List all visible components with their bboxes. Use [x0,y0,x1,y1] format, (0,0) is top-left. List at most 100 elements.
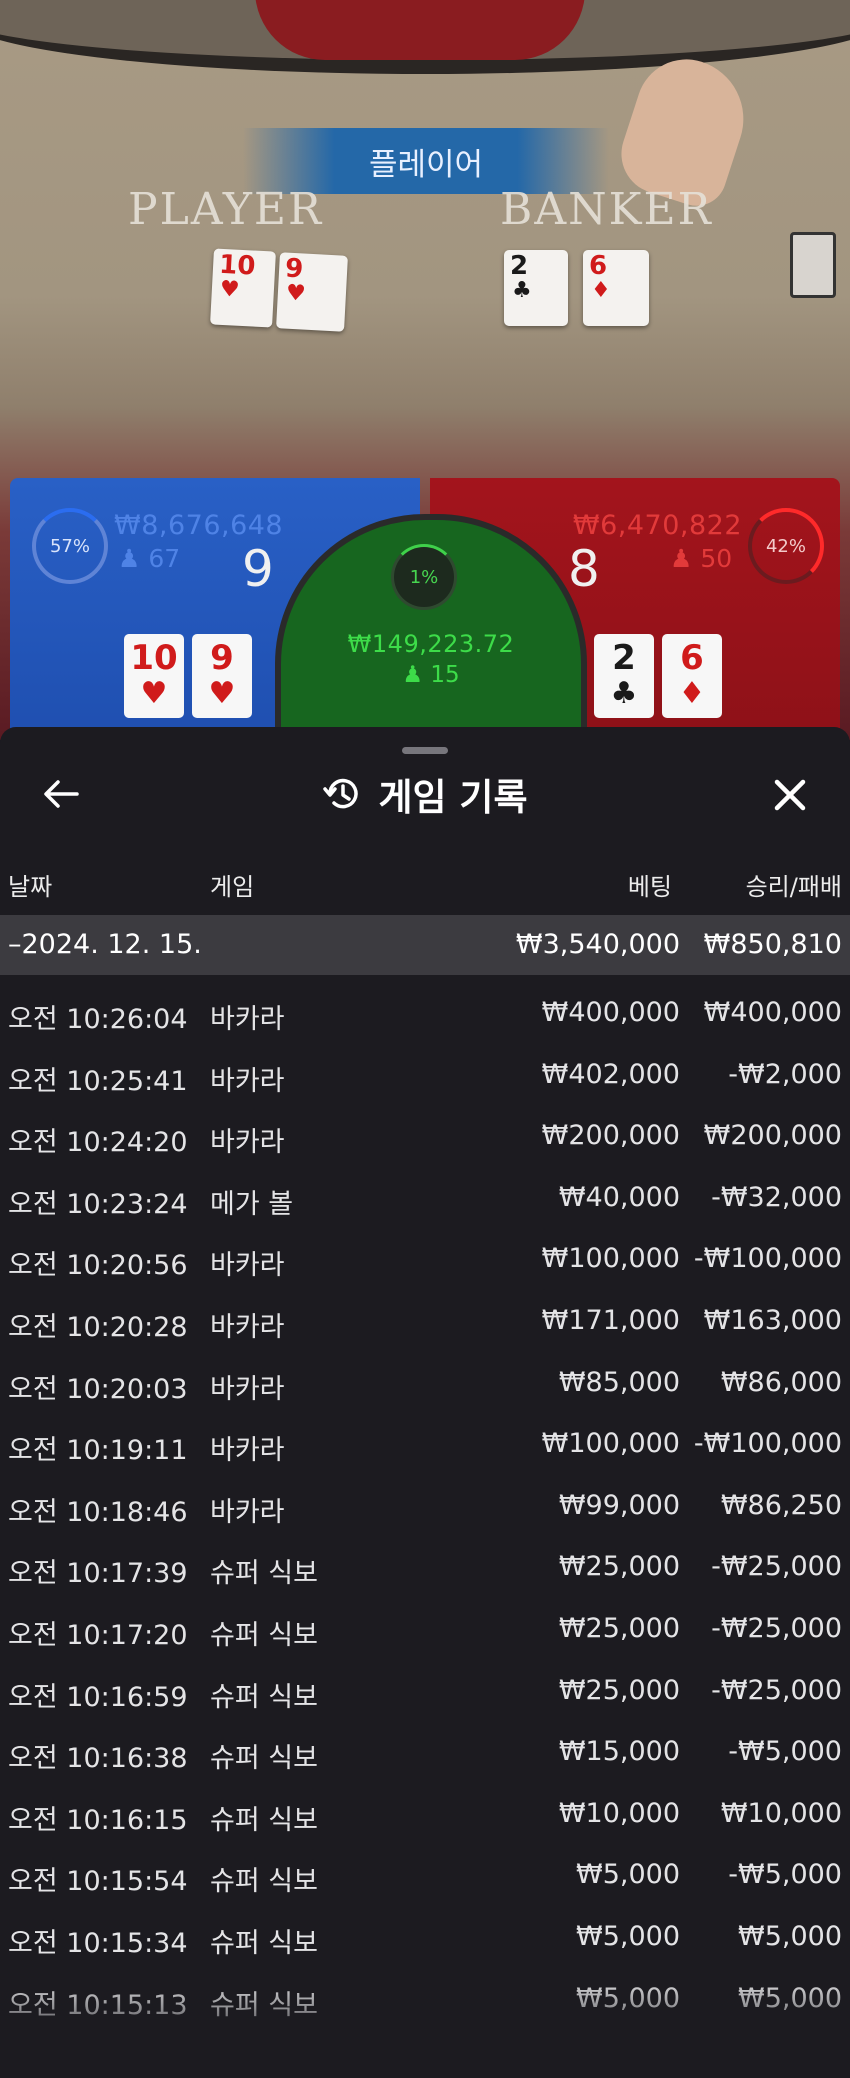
close-button[interactable] [764,769,816,821]
row-bet: ₩40,000 [558,1181,680,1213]
row-result: ₩400,000 [703,997,842,1028]
row-result: ₩86,250 [720,1489,842,1521]
row-time: 오전 10:24:20 [8,1127,188,1159]
player-card-2: 9 ♥ [192,634,252,718]
row-bet: ₩100,000 [541,1428,680,1460]
sheet-grabber[interactable] [402,747,448,754]
column-header-game: 게임 [210,873,255,901]
column-header-date: 날짜 [8,873,53,901]
row-game: 슈퍼 식보 [210,1681,318,1713]
row-result: ₩10,000 [720,1797,842,1829]
banker-bettor-count: ♟ 50 [670,544,733,573]
row-time: 오전 10:20:28 [8,1312,188,1343]
row-time: 오전 10:15:34 [8,1928,188,1959]
banker-bet-amount: ₩6,470,822 [572,510,742,541]
history-row[interactable]: 오전 10:17:20 슈퍼 식보 ₩25,000 -₩25,000 [0,1599,850,1660]
history-row[interactable]: 오전 10:15:54 슈퍼 식보 ₩5,000 -₩5,000 [0,1845,850,1906]
row-bet: ₩402,000 [541,1058,680,1090]
player-percent-ring: 57% [32,508,108,584]
row-time: 오전 10:15:54 [8,1866,188,1898]
history-row[interactable]: 오전 10:20:56 바카라 ₩100,000 -₩100,000 [0,1229,850,1290]
day-total-result: ₩850,810 [703,929,842,960]
row-result: ₩5,000 [738,1921,842,1952]
user-icon: ♟ [670,544,693,573]
table-card-player-1: 10 ♥ [210,248,276,328]
history-row[interactable]: 오전 10:20:28 바카라 ₩171,000 ₩163,000 [0,1291,850,1352]
row-time: 오전 10:20:56 [8,1250,188,1282]
history-row[interactable]: 오전 10:23:24 메가 볼 ₩40,000 -₩32,000 [0,1168,850,1229]
history-row[interactable]: 오전 10:17:39 슈퍼 식보 ₩25,000 -₩25,000 [0,1537,850,1598]
history-row[interactable]: 오전 10:25:41 바카라 ₩402,000 -₩2,000 [0,1045,850,1106]
row-result: -₩100,000 [693,1243,842,1275]
table-card-banker-2: 6 ♦ [583,250,649,326]
row-game: 메가 볼 [210,1188,294,1220]
banker-percent-ring: 42% [748,508,824,584]
row-time: 오전 10:19:11 [8,1435,188,1467]
row-bet: ₩25,000 [558,1551,680,1583]
row-bet: ₩5,000 [576,1921,680,1952]
row-game: 슈퍼 식보 [210,1866,318,1898]
row-result: -₩5,000 [728,1736,842,1768]
row-result: -₩100,000 [693,1428,842,1460]
row-game: 바카라 [210,1312,285,1343]
history-row[interactable]: 오전 10:26:04 바카라 ₩400,000 ₩400,000 [0,983,850,1044]
row-time: 오전 10:25:41 [8,1065,188,1097]
row-game: 슈퍼 식보 [210,1804,318,1836]
game-history-sheet: 게임 기록 날짜 게임 베팅 승리/패배 –2024. 12. 15. ₩3,5… [0,727,850,2078]
row-result: -₩25,000 [711,1674,842,1706]
row-result: -₩25,000 [711,1613,842,1644]
history-row[interactable]: 오전 10:16:15 슈퍼 식보 ₩10,000 ₩10,000 [0,1784,850,1845]
row-result: -₩25,000 [711,1551,842,1583]
row-bet: ₩171,000 [541,1305,680,1336]
banker-card-2: 6 ♦ [662,634,722,718]
row-game: 슈퍼 식보 [210,1928,318,1959]
history-row[interactable]: 오전 10:16:38 슈퍼 식보 ₩15,000 -₩5,000 [0,1722,850,1783]
banker-title: BANKER [500,184,713,235]
result-banner-text: 플레이어 [368,146,484,183]
row-time: 오전 10:20:03 [8,1373,188,1405]
column-header-bet: 베팅 [627,873,672,901]
row-bet: ₩99,000 [558,1489,680,1521]
column-header-result: 승리/패배 [745,873,842,901]
sheet-title: 게임 기록 [378,776,528,819]
history-row[interactable]: 오전 10:18:46 바카라 ₩99,000 ₩86,250 [0,1476,850,1537]
history-row[interactable]: 오전 10:15:34 슈퍼 식보 ₩5,000 ₩5,000 [0,1907,850,1968]
row-game: 바카라 [210,1435,285,1467]
row-time: 오전 10:26:04 [8,1004,188,1035]
row-time: 오전 10:18:46 [8,1496,188,1528]
history-icon [323,778,359,809]
history-row[interactable]: 오전 10:19:11 바카라 ₩100,000 -₩100,000 [0,1414,850,1475]
user-icon: ♟ [118,544,141,573]
history-row[interactable]: 오전 10:24:20 바카라 ₩200,000 ₩200,000 [0,1106,850,1167]
tie-bet-amount: ₩149,223.72 [347,630,515,658]
list-fade-overlay [0,1977,850,2078]
player-card-1: 10 ♥ [124,634,184,718]
row-game: 바카라 [210,1373,285,1405]
live-game-view: 플레이어 PLAYER BANKER 10 ♥ 9 ♥ 2 ♣ 6 ♦ 57% … [0,0,850,740]
row-result: ₩163,000 [703,1305,842,1336]
row-bet: ₩25,000 [558,1613,680,1644]
row-time: 오전 10:17:39 [8,1558,188,1590]
row-bet: ₩10,000 [558,1797,680,1829]
player-bettor-count: ♟ 67 [118,544,181,573]
history-row[interactable]: 오전 10:16:59 슈퍼 식보 ₩25,000 -₩25,000 [0,1661,850,1722]
row-result: -₩5,000 [728,1859,842,1891]
row-bet: ₩400,000 [541,997,680,1028]
player-score: 9 [242,540,274,598]
day-total-bet: ₩3,540,000 [515,929,680,960]
row-time: 오전 10:23:24 [8,1188,188,1220]
row-game: 바카라 [210,1127,285,1159]
user-icon: ♟ [402,662,424,688]
row-bet: ₩85,000 [558,1366,680,1398]
row-bet: ₩100,000 [541,1243,680,1275]
dealer [255,0,585,60]
close-icon [774,779,806,811]
row-time: 오전 10:16:59 [8,1681,188,1713]
day-date: –2024. 12. 15. [8,929,202,960]
row-result: -₩32,000 [711,1181,842,1213]
history-row[interactable]: 오전 10:20:03 바카라 ₩85,000 ₩86,000 [0,1353,850,1414]
sheet-header: 게임 기록 [0,769,850,819]
row-result: ₩86,000 [720,1366,842,1398]
tie-bettor-count: ♟ 15 [402,662,460,688]
day-summary-row[interactable]: –2024. 12. 15. ₩3,540,000 ₩850,810 [0,915,850,975]
